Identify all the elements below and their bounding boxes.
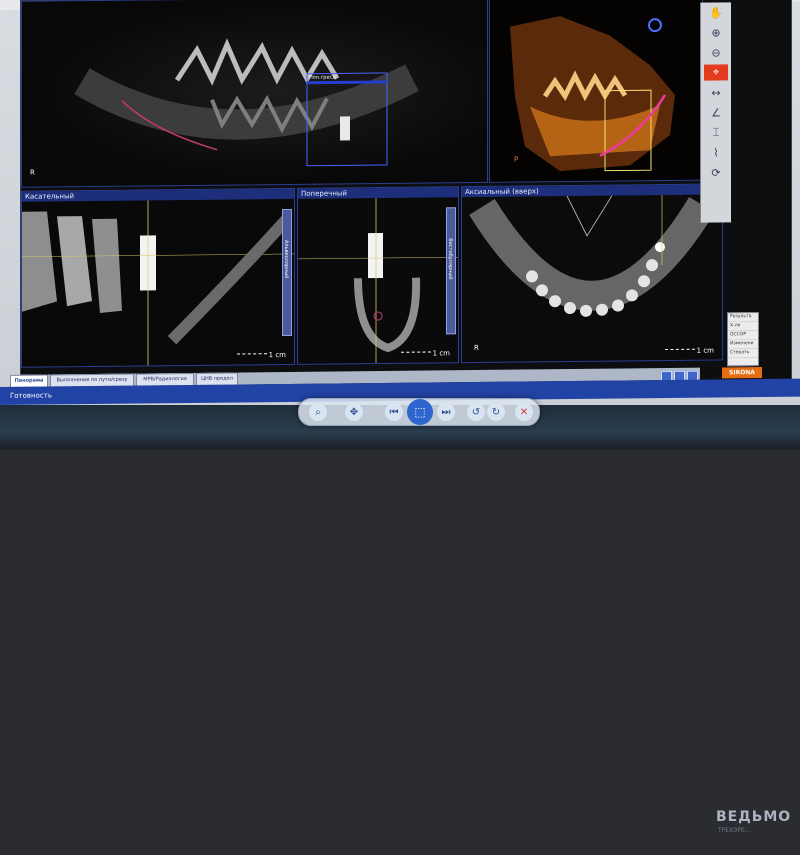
- zoom-icon[interactable]: ⌕: [309, 403, 327, 421]
- brand-logo: SIRONA: [722, 367, 762, 379]
- cross-ruler-label: Вестибулярный: [447, 238, 453, 280]
- monitor-screen: R Поп.гресд P Касательный Альвеолярный 1…: [0, 0, 800, 451]
- tangential-side-ruler[interactable]: Альвеолярный: [282, 208, 292, 337]
- panorama-view[interactable]: R Поп.гресд: [21, 0, 488, 188]
- right-toolbar: ✋ ⊕ ⊖ ⌖ ↔ ∠ ⌶ ⌇ ⟳: [700, 2, 731, 223]
- panorama-corner-label: R: [30, 168, 35, 177]
- imaging-viewer: R Поп.гресд P Касательный Альвеолярный 1…: [20, 0, 792, 397]
- measure-icon[interactable]: ↔: [704, 84, 728, 100]
- prev-icon[interactable]: ⏮: [385, 403, 403, 421]
- menu-item-4[interactable]: Стерать: [728, 349, 758, 359]
- menu-item-0[interactable]: Результа: [728, 313, 758, 323]
- cross-side-ruler[interactable]: Вестибулярный: [446, 207, 456, 335]
- implant-icon[interactable]: ⌶: [704, 124, 728, 140]
- axial-image: [469, 195, 715, 317]
- background-subtitle: ТРЕХЭРЕ...: [718, 827, 751, 834]
- zoom-in-icon[interactable]: ⊕: [704, 24, 728, 40]
- move-icon[interactable]: ✥: [345, 403, 363, 421]
- 3d-corner-label: P: [514, 155, 519, 164]
- tool-red-icon[interactable]: ⌖: [704, 64, 728, 81]
- tangential-scale: 1 cm: [268, 351, 286, 360]
- background-title: ВЕДЬМО: [716, 809, 792, 825]
- angle-icon[interactable]: ∠: [704, 104, 728, 120]
- rotate-left-icon[interactable]: ↺: [467, 403, 485, 421]
- cross-section-label: Поп.гресд: [309, 74, 336, 81]
- zoom-out-icon[interactable]: ⊖: [704, 44, 728, 60]
- panorama-image: [74, 38, 419, 167]
- context-menu: Результа Х-ле ОССОР Изменени Стерать: [727, 312, 759, 367]
- cross-image: [298, 198, 458, 364]
- nerve-icon[interactable]: ⌇: [704, 144, 728, 160]
- axial-corner-label: R: [474, 343, 479, 353]
- media-player-controls: ⌕ ✥ ⏮ ⬚ ⏭ ↺ ↻ ✕: [298, 398, 540, 426]
- cross-header: Поперечный: [298, 187, 458, 199]
- menu-item-3[interactable]: Изменени: [728, 340, 758, 350]
- cross-sectional-view[interactable]: Поперечный Вестибулярный 1 cm: [297, 186, 459, 365]
- view-mode-icons[interactable]: [660, 367, 720, 383]
- cross-scale: 1 cm: [432, 349, 450, 358]
- main-button[interactable]: ⬚: [407, 399, 433, 425]
- hand-icon[interactable]: ✋: [704, 4, 728, 20]
- menu-item-1[interactable]: Х-ле: [728, 322, 758, 332]
- close-icon[interactable]: ✕: [515, 403, 533, 421]
- desktop-left-texts: [0, 810, 94, 855]
- axial-scale: 1 cm: [696, 346, 714, 355]
- axial-view[interactable]: Аксиальный (вверх) R 1 cm: [461, 183, 723, 364]
- next-icon[interactable]: ⏭: [437, 403, 455, 421]
- tangential-image: [22, 200, 294, 366]
- menu-item-2[interactable]: ОССОР: [728, 331, 758, 341]
- rotate-right-icon[interactable]: ↻: [487, 403, 505, 421]
- 3d-volume-view[interactable]: P: [489, 0, 703, 183]
- tangential-view[interactable]: Касательный Альвеолярный 1 cm: [21, 187, 295, 368]
- tangential-ruler-label: Альвеолярный: [283, 239, 289, 279]
- 3d-volume-image: [510, 16, 675, 172]
- rotate-icon[interactable]: ⟳: [704, 164, 728, 180]
